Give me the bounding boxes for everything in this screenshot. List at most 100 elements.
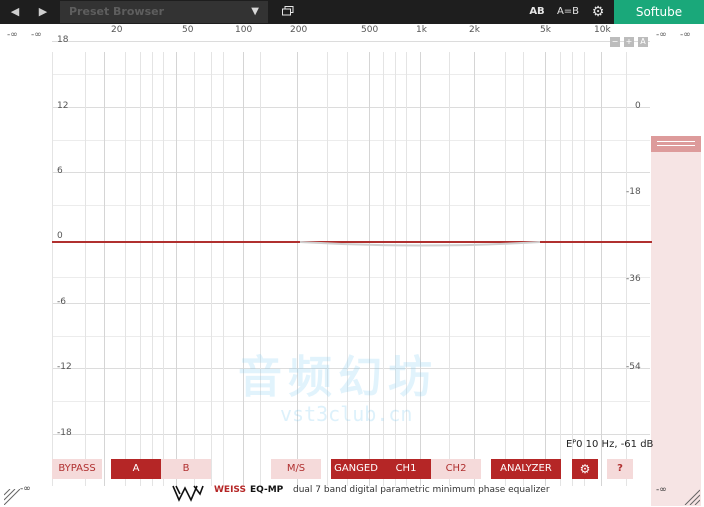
- grid-line: [140, 52, 141, 486]
- preset-a-label: A: [132, 463, 140, 474]
- grid-line: [545, 52, 546, 486]
- help-button[interactable]: ?: [607, 459, 633, 479]
- meter-peak-indicator: [651, 136, 701, 152]
- resize-handle-icon[interactable]: [684, 489, 700, 505]
- auto-scale-label: A: [640, 37, 646, 46]
- mid-side-label: M/S: [286, 463, 306, 474]
- preset-a-button[interactable]: A: [111, 459, 161, 479]
- gain-label: -6: [57, 297, 66, 307]
- grid-line: [104, 52, 105, 486]
- product-description: dual 7 band digital parametric minimum p…: [293, 485, 550, 495]
- preset-b-label: B: [182, 463, 190, 474]
- analyzer-settings-button[interactable]: ⚙: [572, 459, 598, 479]
- grid-line: [560, 52, 561, 486]
- freq-label: 1k: [416, 25, 427, 35]
- preset-browser-label: Preset Browser: [69, 5, 165, 18]
- top-bar: ◀ ▶ Preset Browser ▼ AB A=B ⚙ Softube: [0, 0, 704, 24]
- channel-2-button[interactable]: CH2: [431, 459, 481, 479]
- previous-preset-button[interactable]: ◀: [2, 0, 28, 24]
- grid-line: [52, 41, 650, 42]
- channel-1-label: CH1: [395, 463, 417, 474]
- eq-curve-dip: [300, 241, 540, 247]
- resize-handle-left-icon[interactable]: [4, 489, 20, 505]
- grid-line: [152, 52, 153, 486]
- gear-icon: ⚙: [591, 4, 605, 20]
- channel-1-button[interactable]: CH1: [381, 459, 431, 479]
- grid-line: [449, 52, 450, 486]
- gain-label: -12: [57, 362, 72, 372]
- freq-label: 20: [111, 25, 123, 35]
- preset-browser-dropdown[interactable]: Preset Browser ▼: [60, 1, 268, 23]
- grid-line: [420, 52, 421, 486]
- ganged-label: GANGED: [334, 463, 378, 474]
- softube-logo[interactable]: Softube: [614, 0, 704, 24]
- auto-scale-button[interactable]: A: [638, 37, 648, 47]
- freq-label: 50: [182, 25, 194, 35]
- weiss-brand: WEISS: [214, 485, 246, 495]
- grid-line: [474, 52, 475, 486]
- grid-line: [505, 52, 506, 486]
- grid-line: [243, 52, 244, 486]
- freq-label: 200: [290, 25, 308, 35]
- next-preset-button[interactable]: ▶: [30, 0, 56, 24]
- gain-label: 18: [57, 35, 69, 45]
- output-level-readout: -∞: [656, 30, 667, 40]
- window-icon: [282, 6, 294, 16]
- meter-label: -36: [626, 274, 641, 284]
- ab-compare-button[interactable]: A=B: [555, 0, 581, 24]
- gain-label: 12: [57, 101, 69, 111]
- minus-icon: −: [611, 37, 619, 46]
- watermark-text: 音频幻坊: [238, 352, 438, 403]
- grid-line: [601, 52, 602, 486]
- product-name: EQ-MP: [250, 485, 284, 495]
- arrow-left-icon: ◀: [10, 5, 20, 18]
- analyzer-label: ANALYZER: [500, 463, 552, 474]
- ab-swap-icon: AB: [529, 6, 545, 17]
- grid-line: [125, 52, 126, 486]
- help-icon: ?: [617, 463, 623, 474]
- freq-label: 500: [361, 25, 379, 35]
- settings-button[interactable]: ⚙: [588, 0, 608, 24]
- grid-line: [626, 52, 627, 486]
- footer-level-right: -∞: [656, 485, 667, 495]
- footer-level-left: -∞: [20, 484, 31, 494]
- output-level-readout-2: -∞: [680, 30, 691, 40]
- input-level-readout-2: -∞: [31, 30, 42, 40]
- grid-line: [163, 52, 164, 486]
- arrow-right-icon: ▶: [38, 5, 48, 18]
- mid-side-button[interactable]: M/S: [271, 459, 321, 479]
- copy-window-button[interactable]: [278, 0, 298, 24]
- freq-label: 5k: [540, 25, 551, 35]
- eq-graph[interactable]: -∞ -∞ -∞ -∞ 20 50 100 200 500 1k 2k 5k 1…: [0, 24, 704, 506]
- plus-icon: +: [625, 37, 633, 46]
- ganged-button[interactable]: GANGED: [331, 459, 381, 479]
- freq-label: 2k: [469, 25, 480, 35]
- bypass-label: BYPASS: [58, 463, 96, 474]
- output-meter[interactable]: [651, 136, 701, 506]
- cursor-readout: Eᴾ0 10 Hz, -61 dB: [566, 439, 654, 450]
- chevron-down-icon: ▼: [251, 6, 259, 17]
- watermark-url: vst3club.cn: [280, 402, 413, 426]
- grid-line: [260, 52, 261, 486]
- channel-2-label: CH2: [445, 463, 467, 474]
- grid-line: [523, 52, 524, 486]
- freq-label: 10k: [594, 25, 611, 35]
- ab-compare-label: A=B: [556, 6, 580, 17]
- grid-line: [572, 52, 573, 486]
- grid-line: [52, 52, 53, 486]
- meter-label: -18: [626, 187, 641, 197]
- preset-b-button[interactable]: B: [161, 459, 211, 479]
- meter-label: -54: [626, 362, 641, 372]
- grid-line: [584, 52, 585, 486]
- bypass-button[interactable]: BYPASS: [52, 459, 102, 479]
- zoom-in-button[interactable]: +: [624, 37, 634, 47]
- ab-swap-button[interactable]: AB: [527, 0, 547, 24]
- softube-logo-text: Softube: [635, 5, 683, 19]
- zoom-out-button[interactable]: −: [610, 37, 620, 47]
- gain-label: -18: [57, 428, 72, 438]
- analyzer-button[interactable]: ANALYZER: [491, 459, 561, 479]
- grid-line: [194, 52, 195, 486]
- grid-line: [85, 52, 86, 486]
- gain-label: 6: [57, 166, 63, 176]
- meter-label: 0: [635, 101, 641, 111]
